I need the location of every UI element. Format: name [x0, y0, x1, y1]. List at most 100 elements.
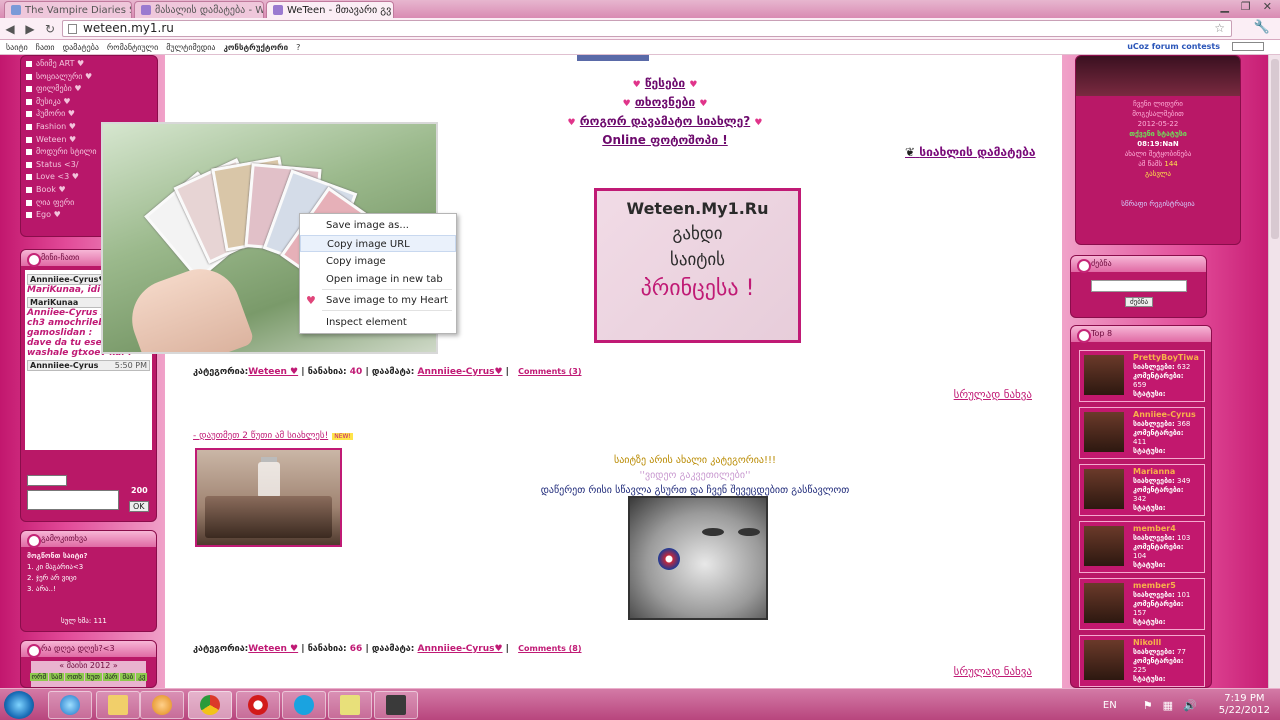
- volume-icon[interactable]: 🔊: [1183, 699, 1197, 712]
- top-member-card[interactable]: Nikolll სიახლეები: 77 კომენტარები: 225 სტ…: [1079, 635, 1205, 687]
- page-scrollbar[interactable]: [1268, 55, 1280, 688]
- back-icon[interactable]: ◀: [0, 22, 20, 36]
- tab-weteen-main[interactable]: WeTeen - მთავარი გვ ×: [266, 1, 394, 18]
- open-image-new-tab-item[interactable]: Open image in new tab: [300, 271, 456, 288]
- reload-icon[interactable]: ↻: [40, 22, 60, 36]
- comments-link[interactable]: Comments (8): [518, 644, 581, 653]
- browser-tab-bar: The Vampire Diaries S × მასალის დამატება…: [0, 0, 1280, 18]
- scrollbar-thumb[interactable]: [1271, 59, 1279, 239]
- ucoz-contest-link[interactable]: uCoz forum contests: [1127, 42, 1272, 51]
- top-member-card[interactable]: Anniiee-Cyrus სიახლეები: 368 კომენტარები…: [1079, 407, 1205, 459]
- search-button[interactable]: ძებნა: [1125, 297, 1154, 307]
- how-to-add-link[interactable]: როგორ დავამატო სიახლე?: [580, 114, 750, 128]
- chat-ok-button[interactable]: OK: [129, 501, 149, 512]
- inspect-element-item[interactable]: Inspect element: [300, 314, 456, 331]
- poll-option[interactable]: 1. კი მაგარია<3: [27, 562, 150, 573]
- app-icon[interactable]: [374, 691, 418, 719]
- wrench-menu-icon[interactable]: 🔧: [1254, 20, 1270, 35]
- author-link[interactable]: Annniiee-Cyrus♥: [418, 644, 503, 654]
- member-name[interactable]: Marianna: [1133, 467, 1203, 476]
- close-window-icon[interactable]: ✕: [1263, 0, 1272, 13]
- add-news-link[interactable]: ❦ სიახლის დამატება: [905, 145, 1036, 159]
- start-button-icon[interactable]: [4, 691, 34, 719]
- read-more-link[interactable]: სრულად ნახვა: [954, 665, 1032, 678]
- quick-registration-link[interactable]: სწრაფი რეგისტრაცია: [1076, 199, 1240, 209]
- heart-icon: ♥: [306, 294, 316, 307]
- member-name[interactable]: PrettyBoyTiwa: [1133, 353, 1203, 362]
- info-line[interactable]: ახალი შეტყობინება: [1076, 149, 1240, 159]
- views-count: 40: [349, 367, 363, 377]
- menu-item[interactable]: ჩათი: [36, 43, 55, 52]
- member-name[interactable]: member5: [1133, 581, 1203, 590]
- menu-item[interactable]: მულტიმედია: [166, 43, 215, 52]
- media-player-icon[interactable]: [140, 691, 184, 719]
- read-more-link[interactable]: სრულად ნახვა: [954, 388, 1032, 401]
- opera-icon[interactable]: [236, 691, 280, 719]
- forward-icon[interactable]: ▶: [20, 22, 40, 36]
- save-image-as-item[interactable]: Save image as...: [300, 217, 456, 234]
- logout-link[interactable]: გასვლა: [1076, 169, 1240, 179]
- category-label: კატეგორია:: [193, 644, 249, 654]
- category-item[interactable]: ფილმები ♥: [24, 83, 156, 96]
- category-item[interactable]: ანიმე ART ♥: [24, 58, 156, 71]
- added-label: დაამატა:: [371, 367, 415, 377]
- url-input[interactable]: weteen.my1.ru ☆: [62, 20, 1232, 37]
- explorer-folder-icon[interactable]: [96, 691, 140, 719]
- menu-item[interactable]: საიტი: [6, 43, 28, 52]
- top-member-card[interactable]: Marianna სიახლეები: 349 კომენტარები: 342 …: [1079, 464, 1205, 516]
- top-member-card[interactable]: member5 სიახლეები: 101 კომენტარები: 157 ს…: [1079, 578, 1205, 630]
- network-icon[interactable]: ▦: [1163, 699, 1173, 712]
- save-to-heart-item[interactable]: ♥ Save image to my Heart: [300, 292, 456, 309]
- category-link[interactable]: Weteen ♥: [248, 644, 298, 654]
- member-name[interactable]: Nikolll: [1133, 638, 1203, 647]
- clock[interactable]: 7:19 PM 5/22/2012: [1219, 693, 1270, 717]
- menu-item[interactable]: რომანტიული: [107, 43, 158, 52]
- chat-user[interactable]: Annniiee-Cyrus 5:50 PM: [27, 360, 150, 371]
- category-item[interactable]: სოციალური ♥: [24, 71, 156, 84]
- skype-icon[interactable]: [282, 691, 326, 719]
- copy-image-item[interactable]: Copy image: [300, 253, 456, 270]
- online-photoshop-link[interactable]: Online ფოტოშოპი !: [602, 133, 727, 147]
- chrome-icon[interactable]: [188, 691, 232, 719]
- search-input[interactable]: [1091, 280, 1187, 292]
- sticky-notes-icon[interactable]: [328, 691, 372, 719]
- face-image[interactable]: [628, 496, 768, 620]
- poll-option[interactable]: 2. ჯერ არ ვიცი: [27, 573, 150, 584]
- princess-banner[interactable]: Weteen.My1.Ru გახდი საიტის პრინცესა !: [594, 188, 801, 343]
- comments-link[interactable]: Comments (3): [518, 367, 581, 376]
- top-member-card[interactable]: PrettyBoyTiwa სიახლეები: 632 კომენტარები…: [1079, 350, 1205, 402]
- chat-char-counter: 200: [131, 486, 148, 495]
- chat-message-input[interactable]: [27, 490, 119, 510]
- menu-item[interactable]: ?: [296, 43, 300, 52]
- menu-item[interactable]: კონსტრუქტორი: [223, 43, 288, 52]
- maximize-icon[interactable]: ❐: [1241, 0, 1251, 13]
- info-line: ჩვენი ლიდერი: [1133, 100, 1183, 108]
- menu-item[interactable]: დამატება: [63, 43, 99, 52]
- tab-vampire-diaries[interactable]: The Vampire Diaries S ×: [4, 1, 132, 18]
- top-member-card[interactable]: member4 სიახლეები: 103 კომენტარები: 104 ს…: [1079, 521, 1205, 573]
- poll-option[interactable]: 3. არა..!: [27, 584, 150, 595]
- copy-image-url-item[interactable]: Copy image URL: [300, 235, 456, 252]
- rules-link[interactable]: წესები: [645, 76, 685, 90]
- flag-icon[interactable]: ⚑: [1143, 699, 1153, 712]
- category-link[interactable]: Weteen ♥: [248, 367, 298, 377]
- close-icon[interactable]: ×: [391, 5, 393, 15]
- member-name[interactable]: member4: [1133, 524, 1203, 533]
- minimize-icon[interactable]: ▁: [1220, 0, 1228, 13]
- author-link[interactable]: Annniiee-Cyrus♥: [418, 367, 503, 377]
- mini-search-input[interactable]: [1232, 42, 1264, 51]
- news-title-link[interactable]: - დაუთმეთ 2 წუთი ამ სიახლეს! NEW!: [193, 431, 353, 441]
- calendar-month[interactable]: « მაისი 2012 »: [31, 661, 146, 670]
- chat-select[interactable]: [27, 475, 67, 486]
- category-item[interactable]: ჰუმორი ♥: [24, 108, 156, 121]
- ie-icon[interactable]: [48, 691, 92, 719]
- tab-add-material[interactable]: მასალის დამატება - W ×: [134, 1, 264, 18]
- language-indicator[interactable]: EN: [1103, 700, 1117, 711]
- category-item[interactable]: მუსიკა ♥: [24, 96, 156, 109]
- heart-icon: ♥: [689, 80, 698, 90]
- bookmark-star-icon[interactable]: ☆: [1214, 21, 1225, 36]
- member-name[interactable]: Anniiee-Cyrus: [1133, 410, 1203, 419]
- calendar-day: ხუთ: [84, 673, 102, 681]
- requests-link[interactable]: თხოვნები: [635, 95, 695, 109]
- news-thumbnail[interactable]: [195, 448, 342, 547]
